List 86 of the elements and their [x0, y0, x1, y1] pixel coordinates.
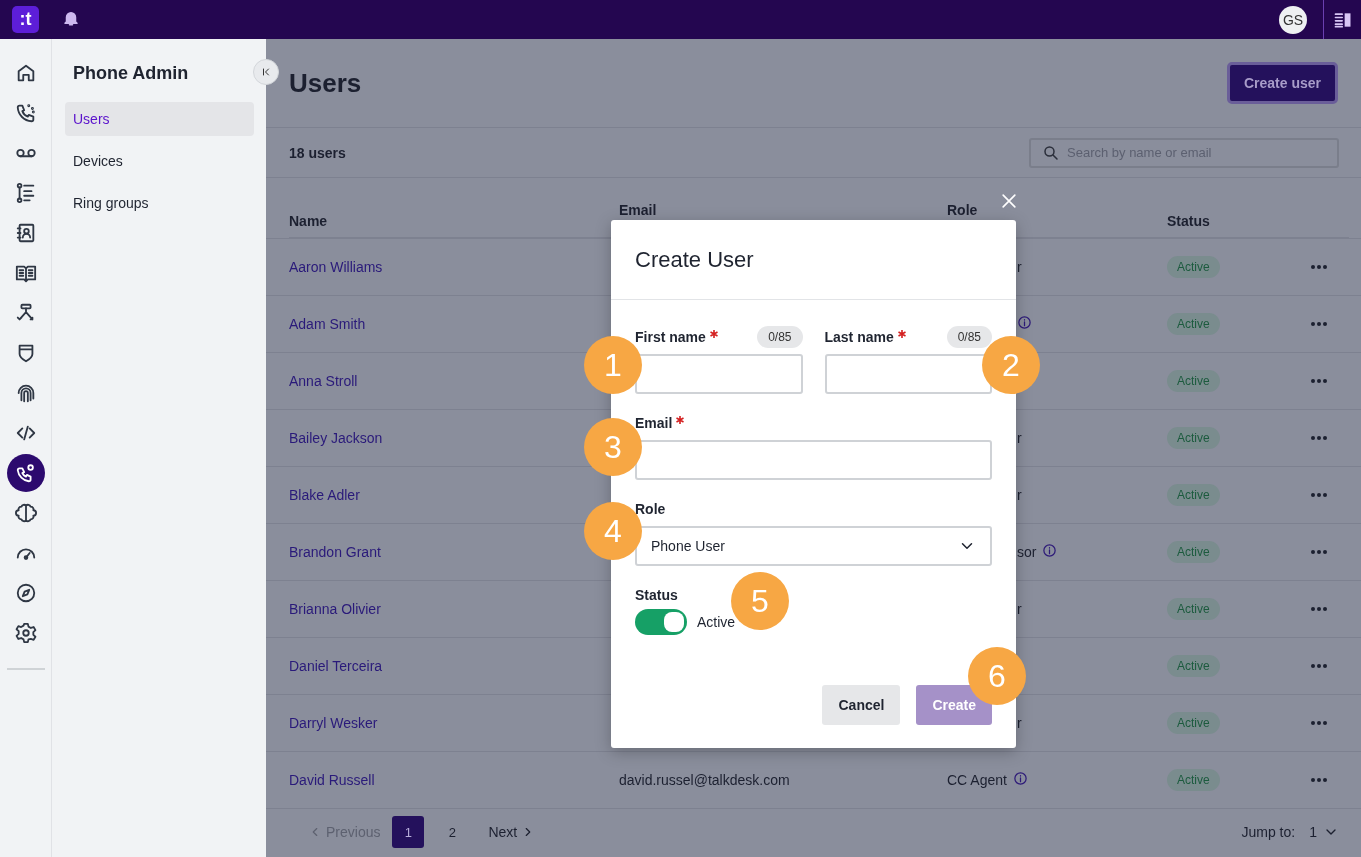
email-field[interactable]: [635, 440, 992, 480]
contacts-book-icon: [14, 222, 37, 244]
settings-icon: [14, 622, 37, 644]
more-options-icon[interactable]: [1311, 379, 1327, 383]
field-label: Role: [635, 501, 666, 517]
list-steps-icon: [14, 182, 37, 204]
table-cell: r: [1017, 715, 1022, 731]
status-badge: Active: [1167, 769, 1220, 791]
status-badge: Active: [1167, 256, 1220, 278]
text-field[interactable]: [635, 354, 803, 394]
status-badge: Active: [1167, 370, 1220, 392]
user-name-link[interactable]: Aaron Williams: [289, 259, 383, 275]
dialog-title: Create User: [635, 246, 754, 273]
close-icon: [999, 191, 1019, 211]
table-cell: david.russel@talkdesk.com: [619, 772, 790, 788]
page-button[interactable]: 1: [392, 816, 425, 848]
nav-item[interactable]: Devices: [65, 144, 254, 178]
status-badge: Active: [1167, 712, 1220, 734]
column-header: Email: [619, 202, 657, 218]
more-options-icon[interactable]: [1311, 721, 1327, 725]
more-options-icon[interactable]: [1311, 607, 1327, 611]
page-button[interactable]: 2: [436, 816, 469, 848]
character-counter: 0/85: [946, 326, 992, 348]
column-header: Name: [289, 213, 328, 229]
info-icon: [1012, 771, 1028, 786]
user-name-link[interactable]: Bailey Jackson: [289, 430, 383, 446]
info-icon: [1017, 315, 1032, 330]
user-name-link[interactable]: Adam Smith: [289, 316, 366, 332]
collapse-icon: [260, 66, 272, 78]
more-options-icon[interactable]: [1311, 265, 1327, 269]
field-label: Last name: [824, 329, 906, 345]
nav-item[interactable]: Users: [65, 102, 254, 136]
user-count: 18 users: [289, 144, 346, 161]
column-header: Status: [1167, 213, 1210, 229]
user-name-link[interactable]: Blake Adler: [289, 487, 360, 503]
field-label: Email: [635, 415, 685, 431]
app-logo[interactable]: :t: [12, 6, 39, 33]
page-title: Users: [289, 67, 362, 99]
table-cell: r: [1017, 601, 1022, 617]
table-cell: CC Agent: [947, 772, 1007, 788]
user-avatar[interactable]: GS: [1279, 5, 1307, 34]
more-options-icon[interactable]: [1311, 550, 1327, 554]
table-cell: r: [1017, 487, 1022, 503]
jump-to-select[interactable]: 1: [1309, 824, 1339, 840]
table-cell: sor: [1017, 544, 1037, 560]
status-badge: Active: [1167, 313, 1220, 335]
cancel-button[interactable]: Cancel: [822, 685, 901, 725]
more-options-icon[interactable]: [1311, 778, 1327, 782]
status-badge: Active: [1167, 598, 1220, 620]
nav-item[interactable]: Ring groups: [65, 186, 254, 220]
jump-label: Jump to:: [1241, 824, 1296, 840]
table-cell: r: [1017, 259, 1022, 275]
text-field[interactable]: [824, 354, 992, 394]
more-options-icon[interactable]: [1311, 322, 1327, 326]
status-badge: Active: [1167, 655, 1220, 677]
section-title: Phone Admin: [73, 63, 190, 84]
info-icon: [1042, 543, 1058, 558]
user-name-link[interactable]: David Russell: [289, 772, 375, 788]
user-name-link[interactable]: Anna Stroll: [289, 373, 358, 389]
step-marker: 2: [982, 336, 1040, 394]
more-options-icon[interactable]: [1311, 493, 1327, 497]
table-cell: r: [1017, 430, 1022, 446]
user-name-link[interactable]: Darryl Wesker: [289, 715, 378, 731]
status-badge: Active: [1167, 427, 1220, 449]
user-name-link[interactable]: Brianna Olivier: [289, 601, 381, 617]
field-label: First name: [635, 329, 718, 345]
collapse-button[interactable]: [253, 59, 279, 85]
field-label: Status: [635, 587, 678, 603]
status-toggle[interactable]: [635, 609, 687, 635]
status-badge: Active: [1167, 484, 1220, 506]
compass-icon: [14, 582, 37, 604]
column-header: Role: [947, 202, 978, 218]
user-name-link[interactable]: Daniel Terceira: [289, 658, 383, 674]
next-button[interactable]: Next: [480, 816, 544, 848]
user-name-link[interactable]: Brandon Grant: [289, 544, 381, 560]
character-counter: 0/85: [757, 326, 803, 348]
phone-gear-icon: [14, 462, 37, 484]
phone-dots-icon: [14, 102, 37, 124]
role-select[interactable]: Phone User: [635, 526, 992, 566]
more-options-icon[interactable]: [1311, 664, 1327, 668]
search-icon: [1042, 143, 1060, 162]
status-badge: Active: [1167, 541, 1220, 563]
more-options-icon[interactable]: [1311, 436, 1327, 440]
brain-icon: [14, 502, 37, 524]
toggle-label: Active: [697, 614, 736, 630]
create-user-button[interactable]: Create user: [1226, 62, 1338, 104]
